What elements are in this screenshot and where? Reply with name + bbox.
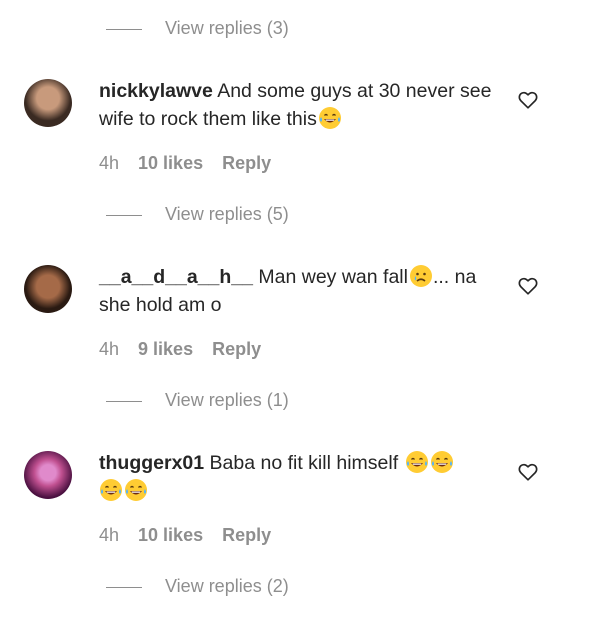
- replies-divider: [106, 215, 142, 216]
- like-heart-icon[interactable]: [517, 89, 539, 111]
- view-replies-row: View replies (1): [0, 386, 600, 416]
- avatar[interactable]: [24, 265, 72, 313]
- reply-button[interactable]: Reply: [212, 339, 261, 360]
- comment-body: __a__d__a__h__ Man wey wan fall... na sh…: [99, 263, 499, 319]
- like-heart-icon[interactable]: [517, 461, 539, 483]
- laughing-tears-emoji: [430, 450, 454, 474]
- view-replies-row: View replies (3): [0, 14, 600, 44]
- comment-username[interactable]: thuggerx01: [99, 452, 204, 474]
- comment-text: Baba no fit kill himself: [209, 452, 399, 474]
- laughing-tears-emoji: [99, 478, 123, 502]
- view-replies-row: View replies (5): [0, 200, 600, 230]
- view-replies-button[interactable]: View replies (3): [165, 18, 289, 39]
- comment-meta: 4h 10 likes Reply: [99, 153, 271, 174]
- comment-body: thuggerx01 Baba no fit kill himself: [99, 449, 499, 505]
- comment-username[interactable]: nickkylawve: [99, 80, 213, 102]
- replies-divider: [106, 587, 142, 588]
- view-replies-button[interactable]: View replies (2): [165, 576, 289, 597]
- comment-time: 4h: [99, 339, 120, 359]
- reply-button[interactable]: Reply: [222, 525, 271, 546]
- comment-body: nickkylawve And some guys at 30 never se…: [99, 77, 499, 133]
- avatar[interactable]: [24, 79, 72, 127]
- reply-button[interactable]: Reply: [222, 153, 271, 174]
- replies-divider: [106, 401, 142, 402]
- laughing-tears-emoji: [405, 450, 429, 474]
- comment-likes[interactable]: 10 likes: [138, 525, 203, 546]
- replies-divider: [106, 29, 142, 30]
- view-replies-button[interactable]: View replies (1): [165, 390, 289, 411]
- like-heart-icon[interactable]: [517, 275, 539, 297]
- comment-text: Man wey wan fall: [258, 266, 408, 288]
- comment-meta: 4h 10 likes Reply: [99, 525, 271, 546]
- comment-time: 4h: [99, 153, 120, 173]
- view-replies-button[interactable]: View replies (5): [165, 204, 289, 225]
- avatar[interactable]: [24, 451, 72, 499]
- comment-likes[interactable]: 9 likes: [138, 339, 193, 360]
- comment-username[interactable]: __a__d__a__h__: [99, 266, 253, 288]
- comment-meta: 4h 9 likes Reply: [99, 339, 261, 360]
- laughing-tears-emoji: [124, 478, 148, 502]
- crying-emoji: [409, 264, 433, 288]
- laughing-tears-emoji: [318, 106, 342, 130]
- comment-time: 4h: [99, 525, 120, 545]
- comment-likes[interactable]: 10 likes: [138, 153, 203, 174]
- view-replies-row: View replies (2): [0, 572, 600, 602]
